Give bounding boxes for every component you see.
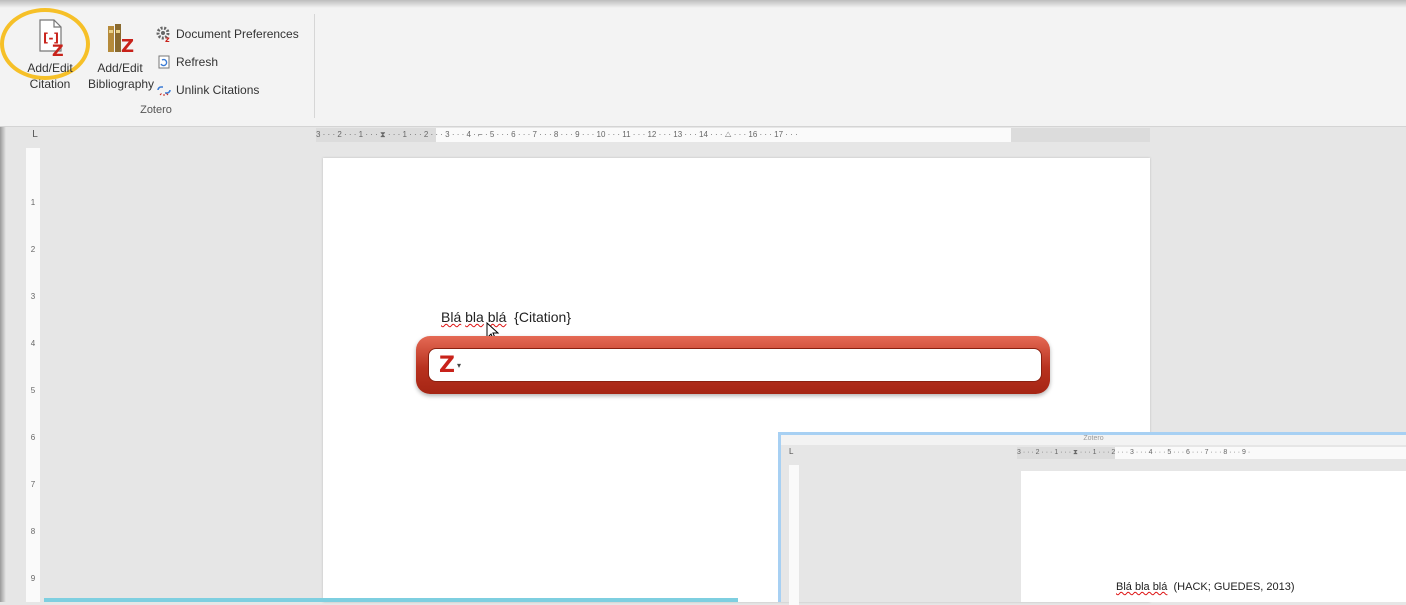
vruler-tick: 3 <box>30 292 36 301</box>
citation-label-1: Add/Edit <box>27 61 73 75</box>
vruler-tick: 8 <box>30 527 36 536</box>
document-preferences-button[interactable]: z Document Preferences <box>156 20 299 48</box>
refresh-label: Refresh <box>176 55 219 69</box>
inset-ruler: 3 · · · 2 · · · 1 · · · ⧗ · · · 1 · · · … <box>1017 447 1406 459</box>
document-paragraph[interactable]: Blá bla blá {Citation} <box>441 309 571 325</box>
bottom-highlight-bar <box>44 598 738 602</box>
bibliography-label-2: Bibliography <box>88 77 155 91</box>
word: bla <box>465 309 484 325</box>
vertical-ruler[interactable]: 1 2 3 4 5 6 7 8 9 <box>26 148 40 602</box>
zotero-quick-format-bar: Z ▾ <box>416 336 1050 394</box>
inset-title: Zotero <box>781 435 1406 445</box>
inset-citation: (HACK; GUEDES, 2013) <box>1173 581 1295 593</box>
vruler-tick: 4 <box>30 339 36 348</box>
bibliography-label-1: Add/Edit <box>97 61 143 75</box>
citation-placeholder: {Citation} <box>514 309 571 325</box>
vruler-tick: 7 <box>30 480 36 489</box>
svg-text:Z: Z <box>121 36 134 57</box>
ruler-numbers: 3 · · · 2 · · · 1 · · · ⧗ · · · 1 · · · … <box>316 130 798 139</box>
zotero-logo-icon[interactable]: Z <box>439 353 455 378</box>
tab-selector[interactable]: L <box>28 128 42 142</box>
citation-icon: [-] Z <box>30 16 70 60</box>
add-edit-bibliography-button[interactable]: Z Add/Edit Bibliography <box>88 16 155 92</box>
gear-icon: z <box>156 26 172 44</box>
vruler-tick: 1 <box>30 198 36 207</box>
ribbon-group-separator <box>314 14 315 118</box>
unlink-icon <box>156 82 172 98</box>
svg-text:Z: Z <box>52 41 64 60</box>
vruler-tick: 6 <box>30 433 36 442</box>
bibliography-icon: Z <box>100 16 140 60</box>
vruler-tick: 5 <box>30 386 36 395</box>
inset-paragraph: Blá bla blá (HACK; GUEDES, 2013) <box>1116 581 1295 593</box>
inset-tab-selector: L <box>789 447 794 456</box>
unlink-citations-label: Unlink Citations <box>176 83 260 97</box>
svg-text:z: z <box>165 35 170 42</box>
vruler-tick: 2 <box>30 245 36 254</box>
refresh-button[interactable]: Refresh <box>156 48 299 76</box>
inset-words: Blá bla blá <box>1116 581 1168 593</box>
ribbon-small-buttons: z Document Preferences Refresh Unlink Ci… <box>156 20 299 104</box>
refresh-icon <box>156 54 172 70</box>
vruler-tick: 9 <box>30 574 36 583</box>
unlink-citations-button[interactable]: Unlink Citations <box>156 76 299 104</box>
document-preferences-label: Document Preferences <box>176 27 299 41</box>
chevron-down-icon[interactable]: ▾ <box>457 361 461 370</box>
inset-screenshot: Zotero L 3 · · · 2 · · · 1 · · · ⧗ · · ·… <box>778 432 1406 605</box>
add-edit-citation-button[interactable]: [-] Z Add/Edit Citation <box>20 16 80 92</box>
horizontal-ruler[interactable]: 3 · · · 2 · · · 1 · · · ⧗ · · · 1 · · · … <box>316 128 1150 142</box>
ribbon-zotero-tab: [-] Z Add/Edit Citation Z Add/Edit Bibli… <box>0 0 1406 127</box>
citation-label-2: Citation <box>29 77 71 91</box>
citation-search-input[interactable]: Z ▾ <box>428 348 1042 382</box>
inset-ruler-numbers: 3 · · · 2 · · · 1 · · · ⧗ · · · 1 · · · … <box>1017 449 1251 456</box>
word: Blá <box>441 309 462 325</box>
ribbon-group-label: Zotero <box>140 104 172 116</box>
inset-vertical-ruler <box>789 465 799 605</box>
